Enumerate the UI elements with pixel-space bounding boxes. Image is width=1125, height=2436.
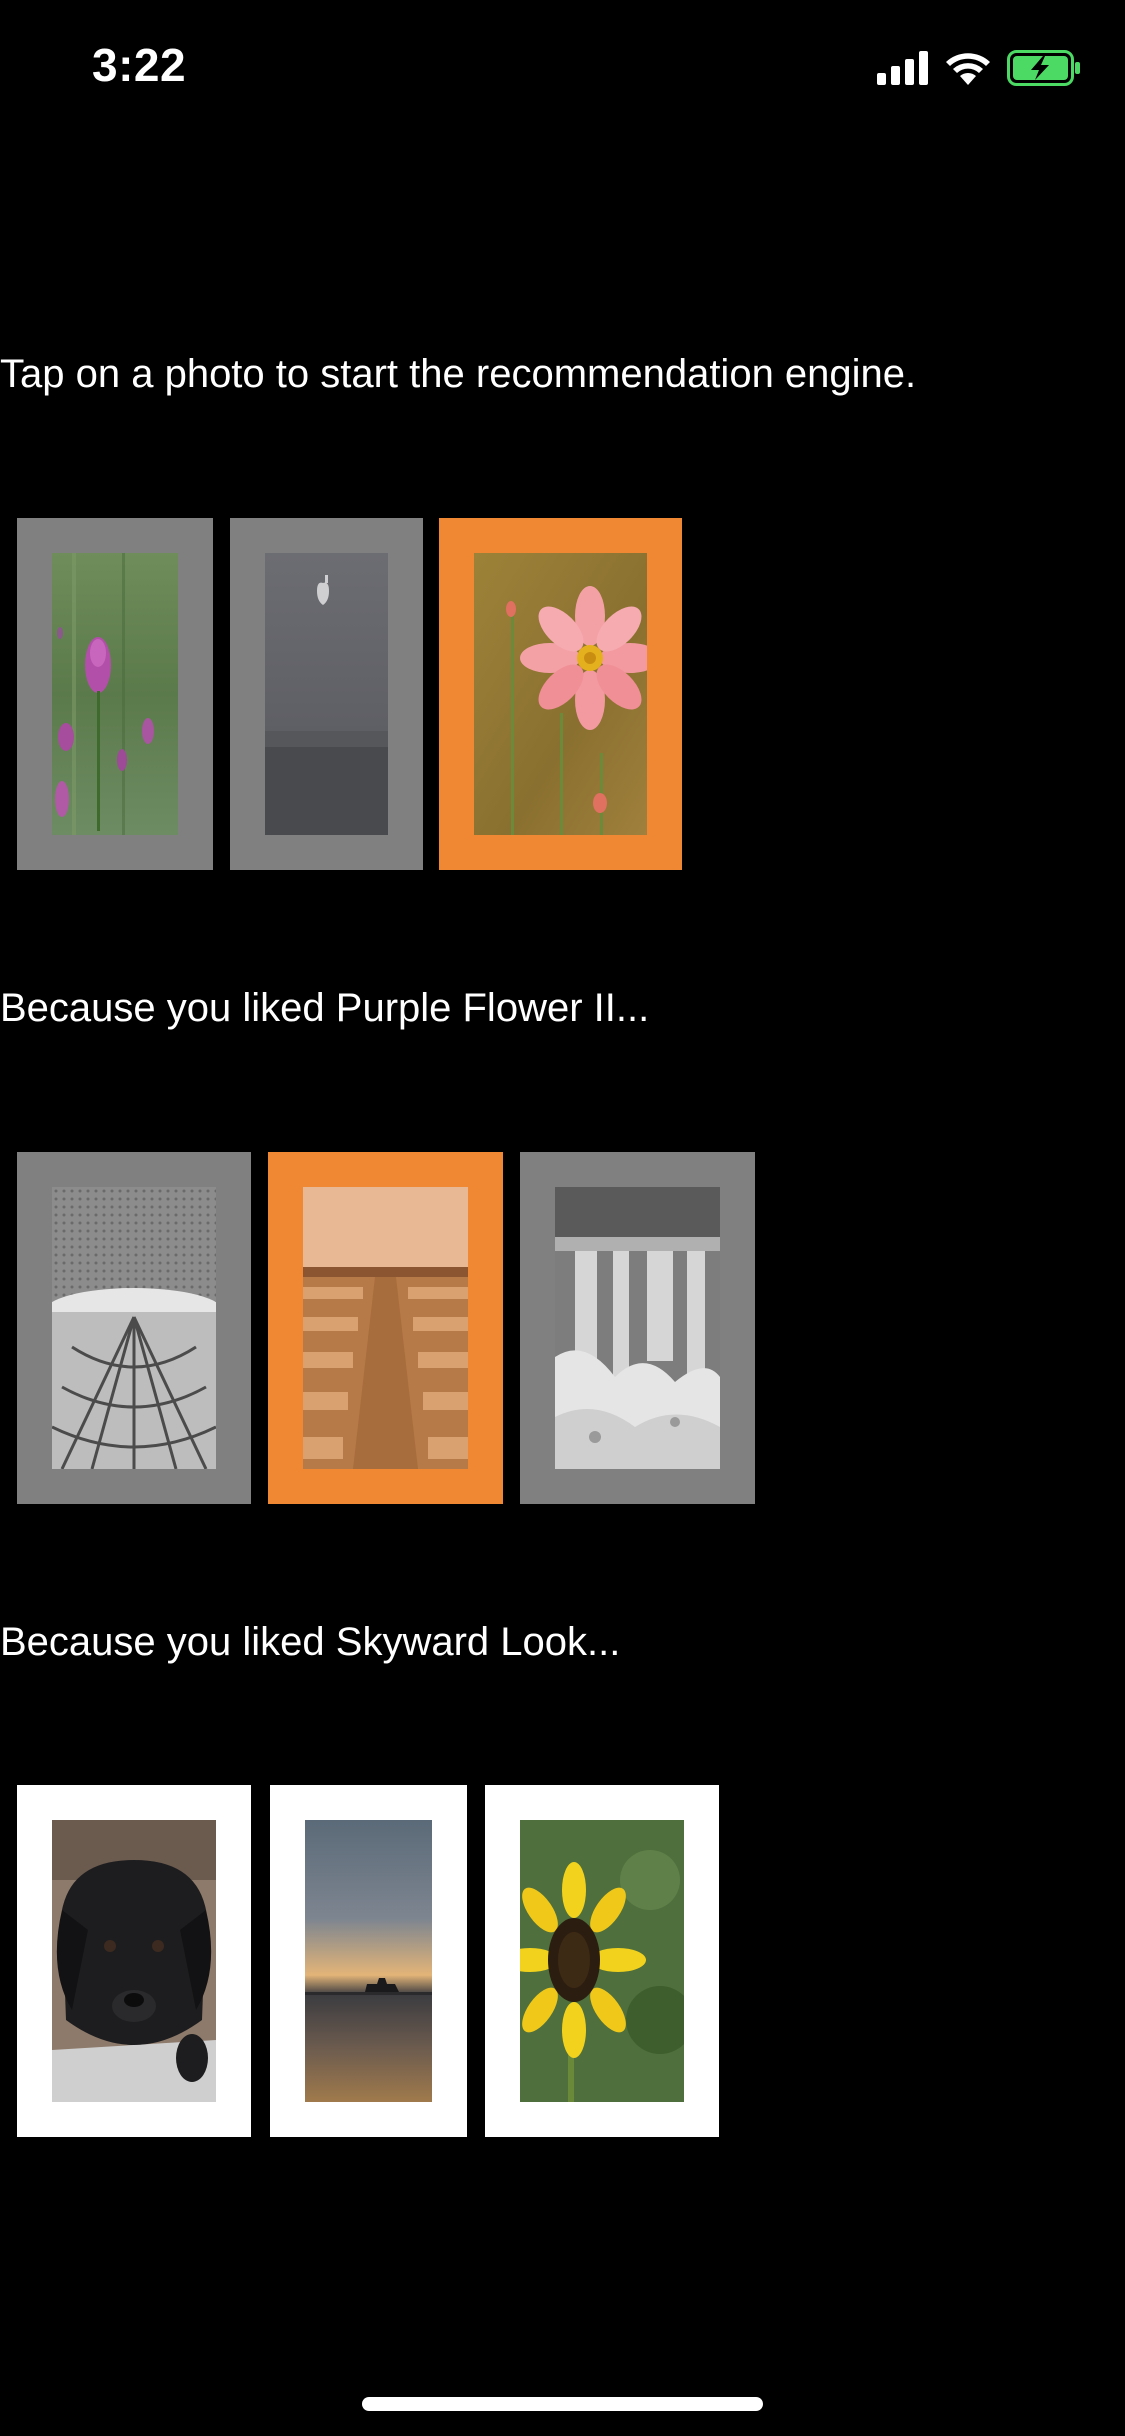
section-2-photo-row (0, 1152, 1125, 1504)
photo-tile-ornate-ceiling[interactable] (17, 1152, 251, 1504)
photo-tile-misty-lake[interactable] (230, 518, 423, 870)
section-1-prompt: Tap on a photo to start the recommendati… (0, 352, 917, 396)
photo-black-labrador (52, 1820, 216, 2102)
battery-charging-icon (1007, 50, 1080, 86)
section-1-photo-row (0, 518, 1125, 870)
status-time: 3:22 (92, 39, 187, 91)
photo-tile-ship-sunset[interactable] (270, 1785, 467, 2137)
photo-tile-purple-clover[interactable] (17, 518, 213, 870)
home-indicator[interactable] (362, 2397, 763, 2411)
photo-sunflower (520, 1820, 684, 2102)
photo-ornate-ceiling (52, 1187, 216, 1469)
photo-purple-clover (52, 553, 178, 835)
section-2-prompt: Because you liked Purple Flower II... (0, 986, 650, 1030)
status-icons (877, 48, 1081, 88)
section-3-prompt: Because you liked Skyward Look... (0, 1620, 621, 1664)
photo-tile-pink-cosmos[interactable] (439, 518, 682, 870)
photo-wooden-pier (303, 1187, 468, 1469)
section-3-photo-row (0, 1785, 1125, 2137)
photo-misty-lake (265, 553, 388, 835)
photo-ship-sunset (305, 1820, 432, 2102)
status-bar: 3:22 (0, 0, 1125, 130)
photo-tile-winter-waterfall[interactable] (520, 1152, 755, 1504)
photo-tile-black-labrador[interactable] (17, 1785, 251, 2137)
photo-pink-cosmos (474, 553, 647, 835)
photo-tile-wooden-pier[interactable] (268, 1152, 503, 1504)
photo-tile-sunflower[interactable] (485, 1785, 719, 2137)
cellular-signal-icon (877, 51, 928, 85)
wifi-icon (946, 53, 990, 85)
photo-winter-waterfall (555, 1187, 720, 1469)
